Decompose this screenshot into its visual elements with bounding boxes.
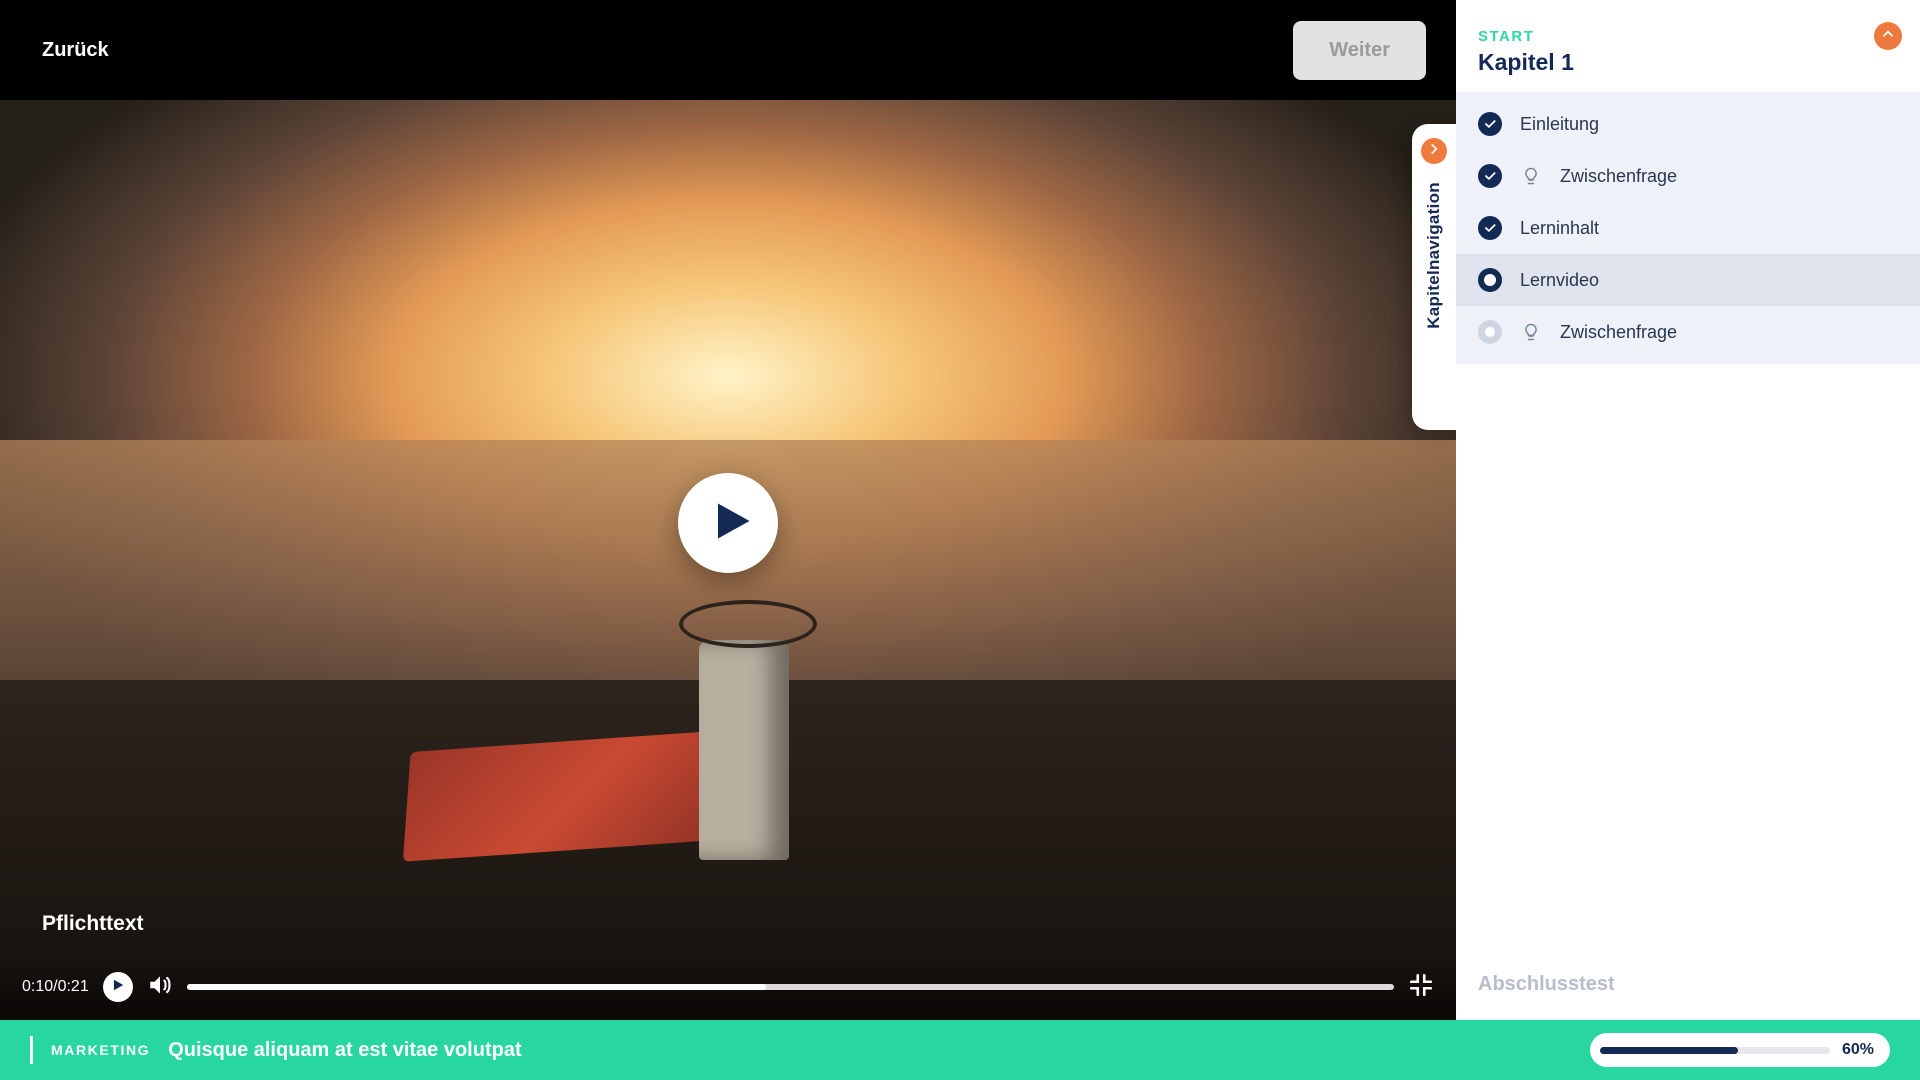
sidebar-item-2[interactable]: Lerninhalt bbox=[1456, 202, 1920, 254]
progress-percent-label: 60% bbox=[1842, 1041, 1874, 1059]
play-icon bbox=[703, 500, 753, 547]
play-overlay-button[interactable] bbox=[678, 473, 778, 573]
play-pause-button[interactable] bbox=[103, 972, 133, 1002]
lightbulb-icon bbox=[1520, 166, 1542, 186]
volume-button[interactable] bbox=[147, 972, 173, 1003]
seek-bar-fill bbox=[187, 984, 766, 990]
sidebar-item-label: Zwischenfrage bbox=[1560, 322, 1677, 343]
status-done-icon bbox=[1478, 112, 1502, 136]
sidebar-item-0[interactable]: Einleitung bbox=[1456, 98, 1920, 150]
back-button[interactable]: Zurück bbox=[42, 39, 109, 62]
play-small-icon bbox=[111, 978, 125, 997]
progress-track bbox=[1600, 1047, 1830, 1054]
lightbulb-icon bbox=[1520, 322, 1542, 342]
sidebar-item-1[interactable]: Zwischenfrage bbox=[1456, 150, 1920, 202]
chapter-sidebar: START Kapitel 1 Einleitung Zwischenfrage L… bbox=[1456, 0, 1920, 1020]
fullscreen-button[interactable] bbox=[1408, 972, 1434, 1003]
sidebar-chapter-title: Kapitel 1 bbox=[1478, 49, 1898, 76]
sidebar-collapse-button[interactable] bbox=[1874, 22, 1902, 50]
mandatory-text-label: Pflichttext bbox=[42, 912, 144, 936]
status-done-icon bbox=[1478, 164, 1502, 188]
video-controls: 0:10/0:21 bbox=[0, 954, 1456, 1020]
sidebar-item-4[interactable]: Zwischenfrage bbox=[1456, 306, 1920, 358]
bottom-bar: MARKETING Quisque aliquam at est vitae v… bbox=[0, 1020, 1920, 1080]
video-player: Pflichttext 0:10/0:21 bbox=[0, 100, 1456, 1020]
chapter-nav-toggle-button[interactable] bbox=[1421, 138, 1447, 164]
chapter-nav-tab: Kapitelnavigation bbox=[1412, 124, 1456, 430]
top-bar: Zurück Weiter bbox=[0, 0, 1456, 100]
chapter-nav-label: Kapitelnavigation bbox=[1424, 182, 1444, 329]
course-title: Quisque aliquam at est vitae volutpat bbox=[168, 1039, 521, 1062]
progress-fill bbox=[1600, 1047, 1738, 1054]
course-category: MARKETING bbox=[51, 1042, 150, 1058]
status-pending-icon bbox=[1478, 320, 1502, 344]
bottom-bar-left: MARKETING Quisque aliquam at est vitae v… bbox=[30, 1036, 522, 1064]
sidebar-start-label: START bbox=[1478, 28, 1898, 45]
status-current-icon bbox=[1478, 268, 1502, 292]
sidebar-item-list: Einleitung Zwischenfrage Lerninhalt Lernvid… bbox=[1456, 92, 1920, 364]
category-divider bbox=[30, 1036, 33, 1064]
sidebar-item-label: Lerninhalt bbox=[1520, 218, 1599, 239]
fullscreen-exit-icon bbox=[1408, 985, 1434, 1002]
video-scene-lighthouse bbox=[699, 640, 789, 860]
next-button[interactable]: Weiter bbox=[1293, 21, 1426, 80]
chevron-right-icon bbox=[1427, 142, 1441, 161]
sidebar-item-label: Zwischenfrage bbox=[1560, 166, 1677, 187]
sidebar-item-label: Lernvideo bbox=[1520, 270, 1599, 291]
course-progress: 60% bbox=[1590, 1033, 1890, 1067]
chevron-up-icon bbox=[1881, 27, 1895, 46]
volume-icon bbox=[147, 985, 173, 1002]
final-test-link[interactable]: Abschlusstest bbox=[1478, 973, 1898, 996]
seek-bar[interactable] bbox=[187, 984, 1394, 990]
sidebar-footer: Abschlusstest bbox=[1456, 953, 1920, 1020]
sidebar-header: START Kapitel 1 bbox=[1456, 0, 1920, 92]
sidebar-item-3[interactable]: Lernvideo bbox=[1456, 254, 1920, 306]
video-time-display: 0:10/0:21 bbox=[22, 978, 89, 996]
sidebar-item-label: Einleitung bbox=[1520, 114, 1599, 135]
bottom-bar-right: 60% bbox=[1590, 1033, 1890, 1067]
status-done-icon bbox=[1478, 216, 1502, 240]
